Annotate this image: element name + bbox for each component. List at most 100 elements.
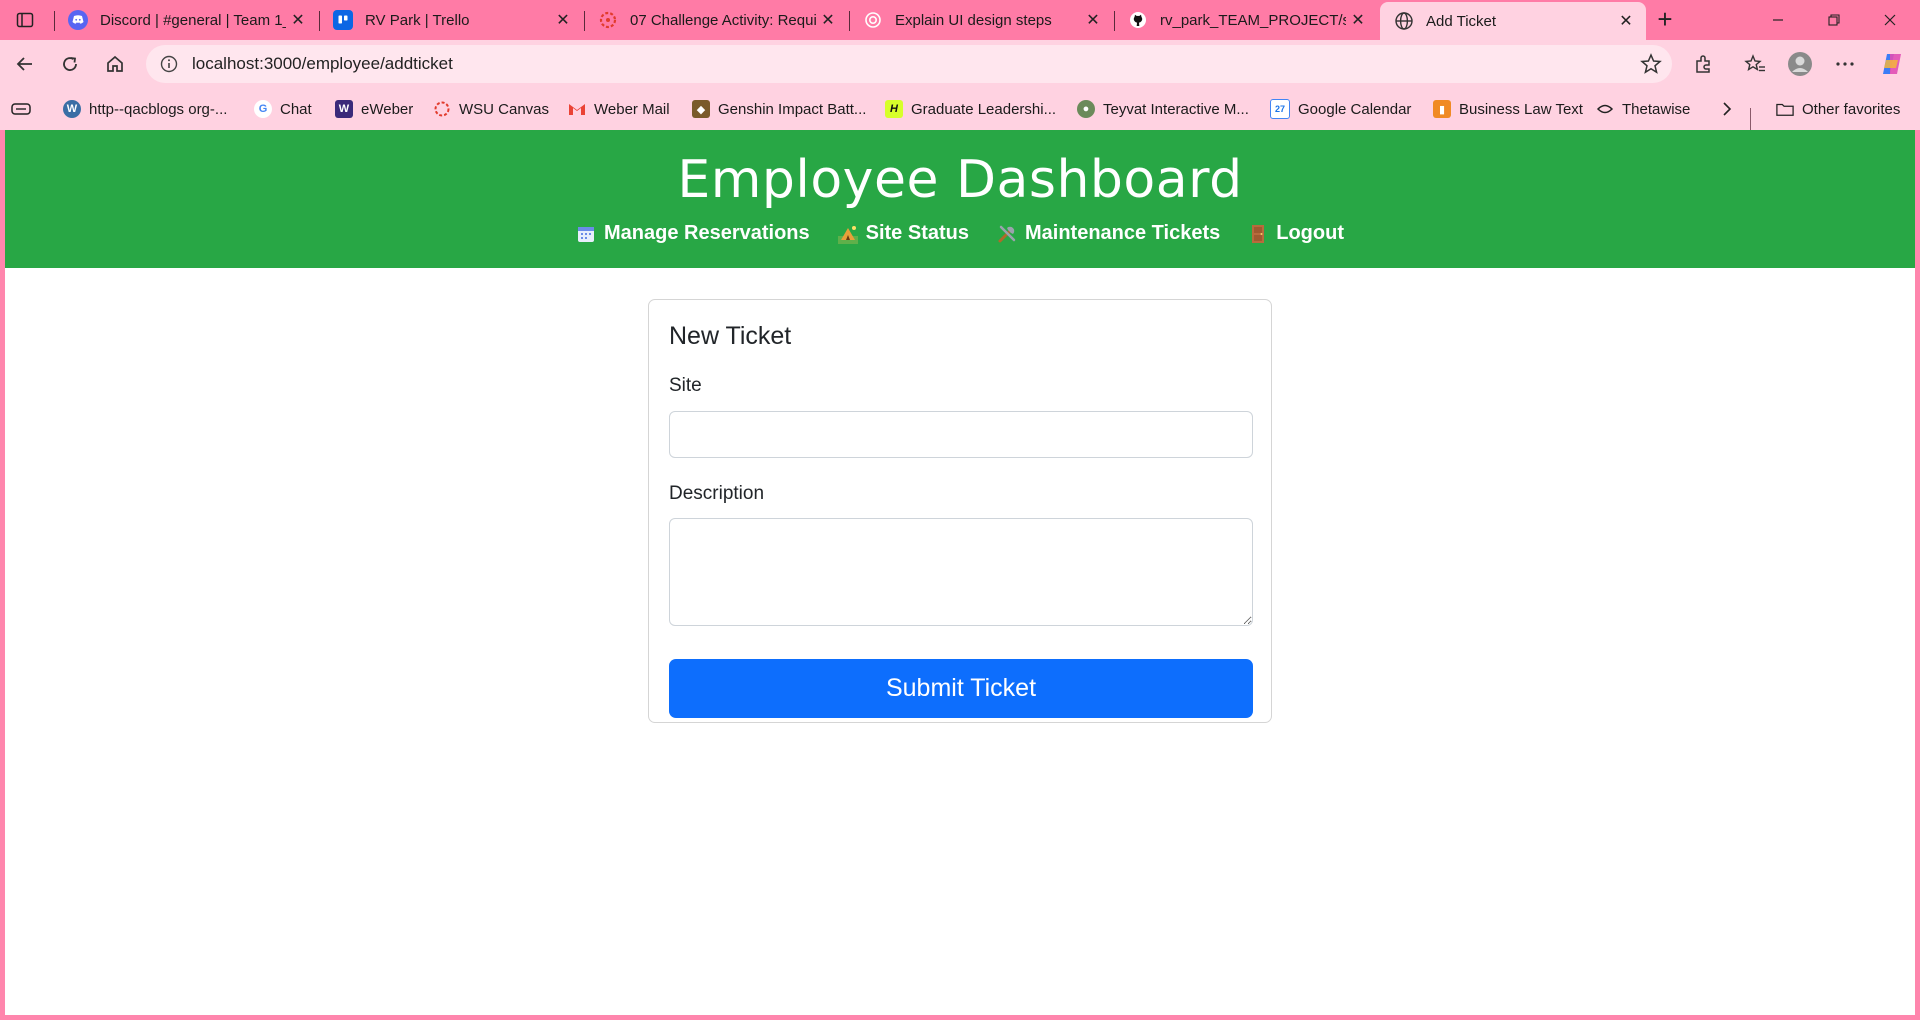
bookmark-eweber[interactable]: W eWeber <box>335 98 413 120</box>
handshake-icon: H <box>885 100 903 118</box>
favorites-icon[interactable] <box>1739 48 1771 80</box>
bookmark-qacblogs[interactable]: W http--qacblogs org-... <box>63 98 227 120</box>
github-icon <box>1128 10 1148 30</box>
bookmark-chat[interactable]: G Chat <box>254 98 312 120</box>
refresh-icon[interactable] <box>54 48 86 80</box>
nav-label: Maintenance Tickets <box>1024 222 1221 244</box>
tab-title: RV Park | Trello <box>365 11 470 29</box>
calendar-icon <box>576 224 596 244</box>
bookmarks-divider <box>1750 108 1751 130</box>
bookmark-graduate-leadership[interactable]: H Graduate Leadershi... <box>885 98 1056 120</box>
new-tab-button[interactable]: + <box>1650 6 1680 34</box>
restore-icon[interactable] <box>1806 0 1862 40</box>
minimize-icon[interactable] <box>1750 0 1806 40</box>
tab-separator <box>319 11 320 31</box>
form-heading: New Ticket <box>669 322 792 350</box>
tab-add-ticket[interactable]: Add Ticket ✕ <box>1380 2 1646 40</box>
chatgpt-icon <box>863 10 883 30</box>
chevron-right-icon[interactable] <box>1720 98 1734 120</box>
google-icon: G <box>254 100 272 118</box>
nav-label: Site Status <box>865 222 969 244</box>
bookmark-label: Weber Mail <box>594 100 670 118</box>
close-icon[interactable]: ✕ <box>551 8 575 32</box>
close-icon[interactable]: ✕ <box>286 8 310 32</box>
nav-logout[interactable]: Logout <box>1248 222 1344 245</box>
canvas-icon <box>598 10 618 30</box>
tab-title: 07 Challenge Activity: Requir <box>630 11 816 29</box>
bookmark-genshin[interactable]: ◆ Genshin Impact Batt... <box>692 98 866 120</box>
tab-separator <box>849 11 850 31</box>
description-label: Description <box>669 483 765 504</box>
nav-label: Logout <box>1276 222 1344 244</box>
weber-icon: W <box>335 100 353 118</box>
favorite-star-icon[interactable] <box>1640 53 1662 80</box>
nav-label: Manage Reservations <box>603 222 810 244</box>
nav-maintenance-tickets[interactable]: Maintenance Tickets <box>997 222 1220 245</box>
tab-title: Discord | #general | Team 1_ <box>100 11 286 29</box>
tab-title: Explain UI design steps <box>895 11 1052 29</box>
bookmark-label: http--qacblogs org-... <box>89 100 228 118</box>
url-text: localhost:3000/employee/addticket <box>192 54 453 73</box>
new-ticket-card: New Ticket Site Description Submit Ticke… <box>648 299 1272 723</box>
close-icon[interactable]: ✕ <box>1614 9 1638 33</box>
bookmark-label: WSU Canvas <box>459 100 550 118</box>
bookmark-label: Genshin Impact Batt... <box>718 100 867 118</box>
tab-separator <box>54 11 55 31</box>
back-icon[interactable] <box>9 48 41 80</box>
site-input[interactable] <box>669 411 1253 458</box>
window-close-icon[interactable] <box>1862 0 1918 40</box>
calendar-icon: 27 <box>1270 99 1290 119</box>
bookmark-label: Thetawise <box>1622 100 1691 118</box>
dashboard-nav: Manage Reservations Site Status Maintena… <box>5 222 1915 245</box>
bookmark-wsu-canvas[interactable]: WSU Canvas <box>433 98 549 120</box>
bookmark-teyvat-map[interactable]: ● Teyvat Interactive M... <box>1077 98 1249 120</box>
discord-icon <box>68 10 88 30</box>
bookmark-label: Other favorites <box>1802 100 1901 118</box>
bookmark-label: eWeber <box>361 100 414 118</box>
tools-icon <box>997 224 1017 244</box>
browser-tab-strip: Discord | #general | Team 1_ ✕ RV Park |… <box>0 0 1920 40</box>
close-icon[interactable]: ✕ <box>1346 8 1370 32</box>
tab-title: Add Ticket <box>1426 12 1497 30</box>
bookmark-weber-mail[interactable]: Weber Mail <box>568 98 670 120</box>
bookmark-label: Graduate Leadershi... <box>911 100 1057 118</box>
wordpress-icon: W <box>63 100 81 118</box>
tab-separator <box>1114 11 1115 31</box>
address-bar[interactable]: localhost:3000/employee/addticket <box>146 45 1672 83</box>
door-icon <box>1248 224 1268 244</box>
nav-site-status[interactable]: Site Status <box>837 222 969 245</box>
bookmark-google-calendar[interactable]: 27 Google Calendar <box>1270 98 1411 120</box>
tab-canvas[interactable]: 07 Challenge Activity: Requir ✕ <box>584 2 848 38</box>
tab-trello[interactable]: RV Park | Trello ✕ <box>319 2 583 38</box>
more-options-icon[interactable] <box>1829 48 1861 80</box>
trello-icon <box>333 10 353 30</box>
profile-avatar-icon[interactable] <box>1784 48 1816 80</box>
submit-ticket-button[interactable]: Submit Ticket <box>669 659 1253 718</box>
extensions-icon[interactable] <box>1688 48 1720 80</box>
bookmark-business-law[interactable]: ▮ Business Law Text <box>1433 98 1583 120</box>
close-icon[interactable]: ✕ <box>816 8 840 32</box>
tab-actions-icon[interactable] <box>10 6 40 34</box>
bookmarks-bar: W http--qacblogs org-... G Chat W eWeber… <box>0 88 1920 130</box>
home-icon[interactable] <box>99 48 131 80</box>
close-icon[interactable]: ✕ <box>1081 8 1105 32</box>
tab-chatgpt[interactable]: Explain UI design steps ✕ <box>849 2 1113 38</box>
bookmark-thetawise[interactable]: Thetawise <box>1596 98 1690 120</box>
globe-icon <box>1394 11 1414 31</box>
copilot-icon[interactable] <box>1876 48 1908 80</box>
other-favorites-folder[interactable]: Other favorites <box>1776 98 1900 120</box>
tab-discord[interactable]: Discord | #general | Team 1_ ✕ <box>54 2 318 38</box>
map-icon: ● <box>1077 100 1095 118</box>
description-textarea[interactable] <box>669 518 1253 626</box>
nav-manage-reservations[interactable]: Manage Reservations <box>576 222 810 245</box>
bookmark-label: Teyvat Interactive M... <box>1103 100 1249 118</box>
site-info-icon[interactable] <box>158 53 180 75</box>
reading-list-icon[interactable] <box>10 98 32 120</box>
canvas-icon <box>433 100 451 118</box>
bookmark-label: Google Calendar <box>1298 100 1412 118</box>
tab-separator <box>584 11 585 31</box>
tab-title: rv_park_TEAM_PROJECT/serv <box>1160 11 1346 29</box>
genshin-icon: ◆ <box>692 100 710 118</box>
bookmark-label: Chat <box>280 100 312 118</box>
tab-github[interactable]: rv_park_TEAM_PROJECT/serv ✕ <box>1114 2 1378 38</box>
